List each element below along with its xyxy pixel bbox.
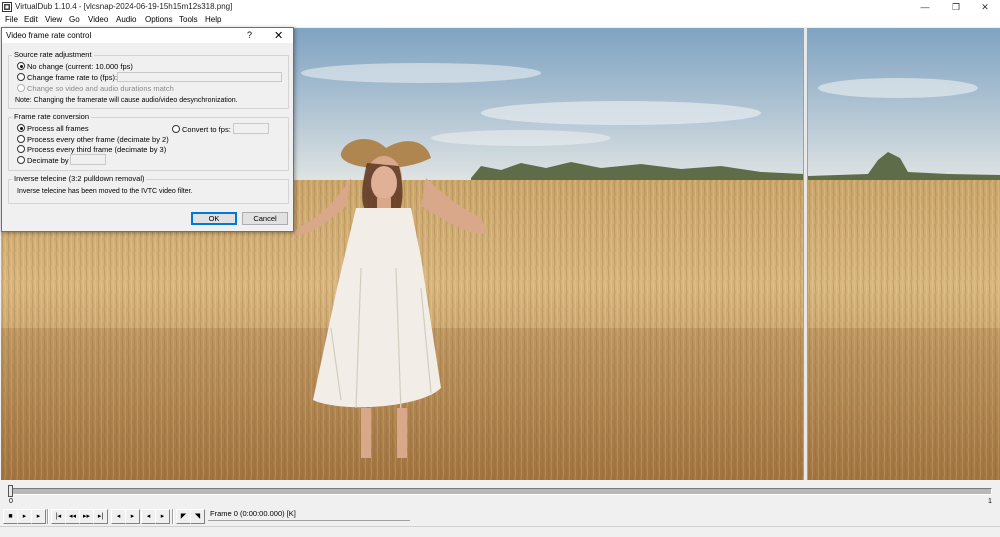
toolbar-separator [47,509,49,524]
step-back-button[interactable]: ◂◂ [65,509,80,524]
menu-file[interactable]: File [5,15,18,24]
output-frame-image [808,28,1000,480]
frame-status: Frame 0 (0:00:00.000) [K] [208,509,410,521]
frame-rate-dialog: Video frame rate control ? ✕ Source rate… [1,27,294,232]
desync-note: Note: Changing the framerate will cause … [15,97,238,104]
dialog-title: Video frame rate control [6,31,92,40]
menu-audio[interactable]: Audio [116,15,136,24]
stop-button[interactable]: ■ [3,509,18,524]
convert-fps-input[interactable] [233,123,269,134]
dialog-title-bar: Video frame rate control ? ✕ [2,28,293,43]
change-rate-option[interactable]: Change frame rate to (fps): [17,72,117,82]
process-all-label: Process all frames [27,123,89,133]
virtualdub-app-icon [2,2,12,12]
menu-options[interactable]: Options [145,15,173,24]
window-title: VirtualDub 1.10.4 - [vlcsnap-2024-06-19-… [15,2,233,11]
decimate-2-option[interactable]: Process every other frame (decimate by 2… [17,134,169,144]
go-start-button[interactable]: |◂ [51,509,66,524]
change-rate-label: Change frame rate to (fps): [27,72,118,82]
mark-in-button[interactable]: ◤ [176,509,191,524]
status-bar-divider [0,526,1000,527]
menu-video[interactable]: Video [88,15,108,24]
decimate-by-label: Decimate by [27,155,69,165]
match-durations-radio [17,84,25,92]
menu-help[interactable]: Help [205,15,221,24]
process-all-option[interactable]: Process all frames [17,123,89,133]
next-key-button[interactable]: ▸ [125,509,140,524]
menu-view[interactable]: View [45,15,62,24]
change-rate-radio[interactable] [17,73,25,81]
match-durations-option: Change so video and audio durations matc… [17,83,174,93]
timeline-track[interactable] [8,488,992,495]
cancel-button[interactable]: Cancel [242,212,288,225]
decimate-3-label: Process every third frame (decimate by 3… [27,144,167,154]
timeline-start-label: 0 [9,498,13,505]
timeline-thumb[interactable] [8,485,13,497]
convert-to-fps-option[interactable]: Convert to fps: [172,124,231,134]
fps-input[interactable] [117,72,282,82]
menu-tools[interactable]: Tools [179,15,198,24]
decimate-by-radio[interactable] [17,156,25,164]
play-input-button[interactable]: ▸ [17,509,32,524]
menu-edit[interactable]: Edit [24,15,38,24]
help-button[interactable]: ? [247,30,252,40]
ivtc-group-label: Inverse telecine (3:2 pulldown removal) [12,174,147,183]
source-rate-group-label: Source rate adjustment [12,50,94,59]
decimate-2-radio[interactable] [17,135,25,143]
decimate-3-radio[interactable] [17,145,25,153]
menu-go[interactable]: Go [69,15,80,24]
process-all-radio[interactable] [17,124,25,132]
minimize-button[interactable]: — [910,0,940,14]
decimate-by-input[interactable] [70,154,106,165]
mark-out-button[interactable]: ◥ [190,509,205,524]
go-end-button[interactable]: ▸| [93,509,108,524]
scene-forward-button[interactable]: ▸ [155,509,170,524]
decimate-3-option[interactable]: Process every third frame (decimate by 3… [17,144,166,154]
no-change-label: No change (current: 10.000 fps) [27,61,133,71]
scene-back-button[interactable]: ◂ [141,509,156,524]
ivtc-note: Inverse telecine has been moved to the I… [17,188,193,195]
decimate-by-option[interactable]: Decimate by [17,155,69,165]
convert-to-fps-radio[interactable] [172,125,180,133]
conversion-group-label: Frame rate conversion [12,112,92,121]
no-change-option[interactable]: No change (current: 10.000 fps) [17,61,133,71]
output-video-pane [808,28,1000,480]
menu-bar: File Edit View Go Video Audio Options To… [0,14,1000,27]
match-durations-label: Change so video and audio durations matc… [27,83,174,93]
dialog-close-button[interactable]: ✕ [274,29,283,42]
maximize-button[interactable]: ❐ [941,0,971,14]
ok-button[interactable]: OK [191,212,237,225]
title-bar: VirtualDub 1.10.4 - [vlcsnap-2024-06-19-… [0,0,1000,14]
toolbar-separator [172,509,174,524]
close-window-button[interactable]: ✕ [970,0,1000,14]
prev-key-button[interactable]: ◂ [111,509,126,524]
no-change-radio[interactable] [17,62,25,70]
step-forward-button[interactable]: ▸▸ [79,509,94,524]
convert-to-fps-label: Convert to fps: [182,124,231,134]
decimate-2-label: Process every other frame (decimate by 2… [27,134,169,144]
play-output-button[interactable]: ▸ [31,509,46,524]
timeline-end-label: 1 [988,498,992,505]
